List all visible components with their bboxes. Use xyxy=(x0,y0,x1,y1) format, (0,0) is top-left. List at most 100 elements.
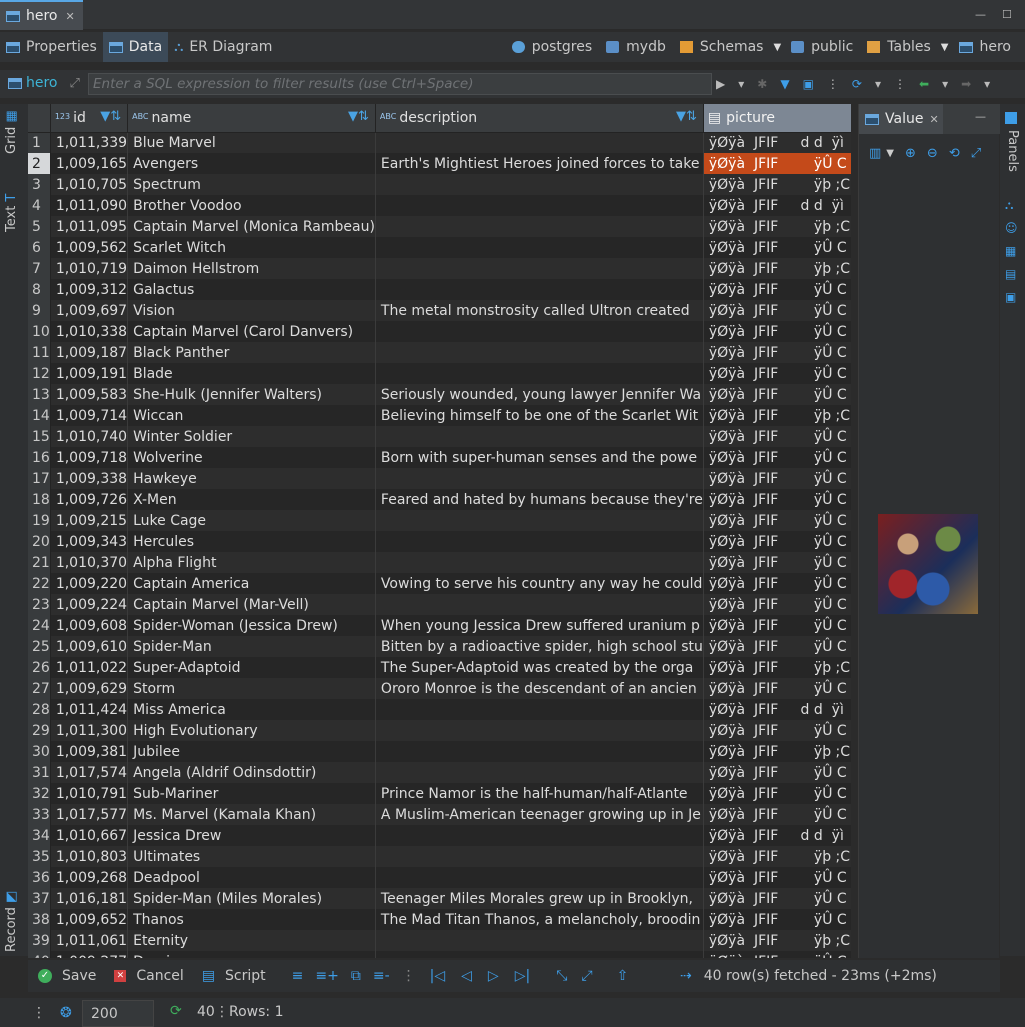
name-cell[interactable]: Thanos xyxy=(127,909,376,930)
picture-cell[interactable]: ÿØÿà JFIF ÿÛ C ... [ xyxy=(703,888,851,909)
name-cell[interactable]: Captain America xyxy=(127,573,376,594)
table-row[interactable]: 34 1,010,667 Jessica Drew ÿØÿà JFIF d d ÿì … xyxy=(28,825,851,846)
table-row[interactable]: 401,009,277Domino ÿØÿà JFIF ÿÛ C ... [ xyxy=(28,951,851,958)
description-cell[interactable]: A Muslim-American teenager growing up in… xyxy=(375,804,704,825)
picture-cell[interactable]: ÿØÿà JFIF ÿÛ C ... [ xyxy=(703,510,851,531)
id-cell[interactable]: 1,009,187 xyxy=(50,342,129,363)
table-row[interactable]: 26 1,011,022 Super-Adaptoid The Super-Adapt… xyxy=(28,657,851,678)
editor-tab-hero[interactable]: hero ✕ xyxy=(0,0,83,30)
fetch-settings-icon[interactable]: ❂ xyxy=(60,1005,72,1021)
table-row[interactable]: 25 1,009,610 Spider-Man Bitten by a radioac… xyxy=(28,636,851,657)
table-row[interactable]: 5 1,011,095 Captain Marvel (Monica Rambeau… xyxy=(28,216,851,237)
tab-panels[interactable]: Panels xyxy=(1005,130,1020,172)
id-cell[interactable]: 1,009,697 xyxy=(50,300,129,321)
id-cell[interactable]: 1,009,224 xyxy=(50,594,129,615)
erase-filter-icon[interactable]: ✱ xyxy=(757,77,767,91)
id-cell[interactable]: 1,009,562 xyxy=(50,237,129,258)
add-row-icon[interactable]: ≡+ xyxy=(315,968,338,984)
id-cell[interactable]: 1,009,718 xyxy=(50,447,129,468)
name-cell[interactable]: Super-Adaptoid xyxy=(127,657,376,678)
picture-cell[interactable]: ÿØÿà JFIF ÿÛ C ... [ xyxy=(703,447,851,468)
table-row[interactable]: 32 1,010,791 Sub-Mariner Prince Namor is th… xyxy=(28,783,851,804)
filter-icon[interactable]: ▼ xyxy=(780,77,789,91)
name-cell[interactable]: Wiccan xyxy=(127,405,376,426)
id-cell[interactable]: 1,010,803 xyxy=(50,846,129,867)
id-cell[interactable]: 1,011,339 xyxy=(50,132,129,153)
value-tab[interactable]: Value ✕ xyxy=(859,104,943,134)
table-row[interactable]: 361,009,268Deadpool ÿØÿà JFIF ÿÛ C ... [ xyxy=(28,867,851,888)
table-row[interactable]: 38 1,009,652 Thanos The Mad Titan Thanos, a… xyxy=(28,909,851,930)
close-icon[interactable]: ✕ xyxy=(66,10,75,23)
calc-icon[interactable]: ▤ xyxy=(1005,263,1018,286)
id-cell[interactable]: 1,009,610 xyxy=(50,636,129,657)
id-cell[interactable]: 1,010,667 xyxy=(50,825,129,846)
column-header-id[interactable]: 123 id ▼⇅ xyxy=(50,104,129,133)
picture-cell[interactable]: ÿØÿà JFIF d d ÿì Ducky xyxy=(703,195,851,216)
table-row[interactable]: 37 1,016,181 Spider-Man (Miles Morales) Tee… xyxy=(28,888,851,909)
filter-input[interactable]: Enter a SQL expression to filter results… xyxy=(88,73,712,95)
next-icon[interactable]: ▷ xyxy=(488,968,499,984)
table-row[interactable]: 22 1,009,220 Captain America Vowing to serv… xyxy=(28,573,851,594)
id-cell[interactable]: 1,009,652 xyxy=(50,909,129,930)
picture-cell[interactable]: ÿØÿà JFIF ÿþ ;CREATO xyxy=(703,174,851,195)
picture-cell[interactable]: ÿØÿà JFIF ÿÛ C ... [ xyxy=(703,615,851,636)
description-cell[interactable] xyxy=(375,468,704,489)
column-header-name[interactable]: ABC name ▼⇅ xyxy=(127,104,376,133)
table-row[interactable]: 391,011,061Eternity ÿØÿà JFIF ÿþ ;CREATO xyxy=(28,930,851,951)
table-row[interactable]: 111,009,187Black Panther ÿØÿà JFIF ÿÛ C .… xyxy=(28,342,851,363)
id-cell[interactable]: 1,011,061 xyxy=(50,930,129,951)
description-cell[interactable] xyxy=(375,426,704,447)
column-filter-icon[interactable]: ▼⇅ xyxy=(100,109,121,124)
picture-cell[interactable]: ÿØÿà JFIF ÿÛ C ... [ xyxy=(703,720,851,741)
name-cell[interactable]: Black Panther xyxy=(127,342,376,363)
chevron-down-icon[interactable]: ▼ xyxy=(941,42,949,53)
description-cell[interactable]: Bitten by a radioactive spider, high sch… xyxy=(375,636,704,657)
name-cell[interactable]: Vision xyxy=(127,300,376,321)
description-cell[interactable] xyxy=(375,720,704,741)
name-cell[interactable]: Domino xyxy=(127,951,376,958)
table-row[interactable]: 191,009,215Luke Cage ÿØÿà JFIF ÿÛ C ... [ xyxy=(28,510,851,531)
id-cell[interactable]: 1,011,095 xyxy=(50,216,129,237)
picture-cell[interactable]: ÿØÿà JFIF ÿþ ;CREATO xyxy=(703,846,851,867)
panels-icon[interactable] xyxy=(1005,112,1017,124)
table-row[interactable]: 4 1,011,090 Brother Voodoo ÿØÿà JFIF d d ÿì… xyxy=(28,195,851,216)
minimize-icon[interactable]: — xyxy=(975,110,986,123)
delete-row-icon[interactable]: ≡- xyxy=(373,968,390,984)
forward-dropdown-icon[interactable]: ▾ xyxy=(984,77,990,91)
refresh-dropdown-icon[interactable]: ▾ xyxy=(875,77,881,91)
name-cell[interactable]: Hercules xyxy=(127,531,376,552)
tab-er-diagram[interactable]: ⛬ ER Diagram xyxy=(168,32,278,62)
id-cell[interactable]: 1,009,608 xyxy=(50,615,129,636)
picture-cell[interactable]: ÿØÿà JFIF ÿÛ C ... [ xyxy=(703,489,851,510)
table-row[interactable]: 33 1,017,577 Ms. Marvel (Kamala Khan) A Mus… xyxy=(28,804,851,825)
description-cell[interactable] xyxy=(375,825,704,846)
content-viewer-icon[interactable]: ▥ xyxy=(869,146,881,161)
description-cell[interactable] xyxy=(375,279,704,300)
fit-icon[interactable]: ⤢ xyxy=(971,146,981,161)
zoom-out-icon[interactable]: ⊖ xyxy=(927,146,938,161)
name-cell[interactable]: Sub-Mariner xyxy=(127,783,376,804)
table-row[interactable]: 351,010,803Ultimates ÿØÿà JFIF ÿþ ;CREATO xyxy=(28,846,851,867)
name-cell[interactable]: Scarlet Witch xyxy=(127,237,376,258)
name-cell[interactable]: Alpha Flight xyxy=(127,552,376,573)
breadcrumb-schema[interactable]: public xyxy=(791,39,853,55)
picture-cell[interactable]: ÿØÿà JFIF ÿÛ C ... [ xyxy=(703,279,851,300)
id-cell[interactable]: 1,011,424 xyxy=(50,699,129,720)
picture-cell[interactable]: ÿØÿà JFIF ÿþ ;CREATO xyxy=(703,741,851,762)
picture-cell[interactable]: ÿØÿà JFIF ÿÛ C ... [ xyxy=(703,636,851,657)
description-cell[interactable] xyxy=(375,531,704,552)
name-cell[interactable]: Avengers xyxy=(127,153,376,174)
id-cell[interactable]: 1,009,191 xyxy=(50,363,129,384)
fetch-size-input[interactable]: 200 xyxy=(82,1000,154,1027)
name-cell[interactable]: Brother Voodoo xyxy=(127,195,376,216)
description-cell[interactable]: Prince Namor is the half-human/half-Atla… xyxy=(375,783,704,804)
id-cell[interactable]: 1,016,181 xyxy=(50,888,129,909)
table-row[interactable]: 29 1,011,300 High Evolutionary ÿØÿà JFIF ÿÛ… xyxy=(28,720,851,741)
name-cell[interactable]: Galactus xyxy=(127,279,376,300)
id-cell[interactable]: 1,010,338 xyxy=(50,321,129,342)
picture-cell[interactable]: ÿØÿà JFIF ÿÛ C ... [ xyxy=(703,300,851,321)
id-cell[interactable]: 1,009,277 xyxy=(50,951,129,958)
description-cell[interactable]: Seriously wounded, young lawyer Jennifer… xyxy=(375,384,704,405)
name-cell[interactable]: Spectrum xyxy=(127,174,376,195)
picture-cell[interactable]: ÿØÿà JFIF ÿþ ;CREATO xyxy=(703,930,851,951)
